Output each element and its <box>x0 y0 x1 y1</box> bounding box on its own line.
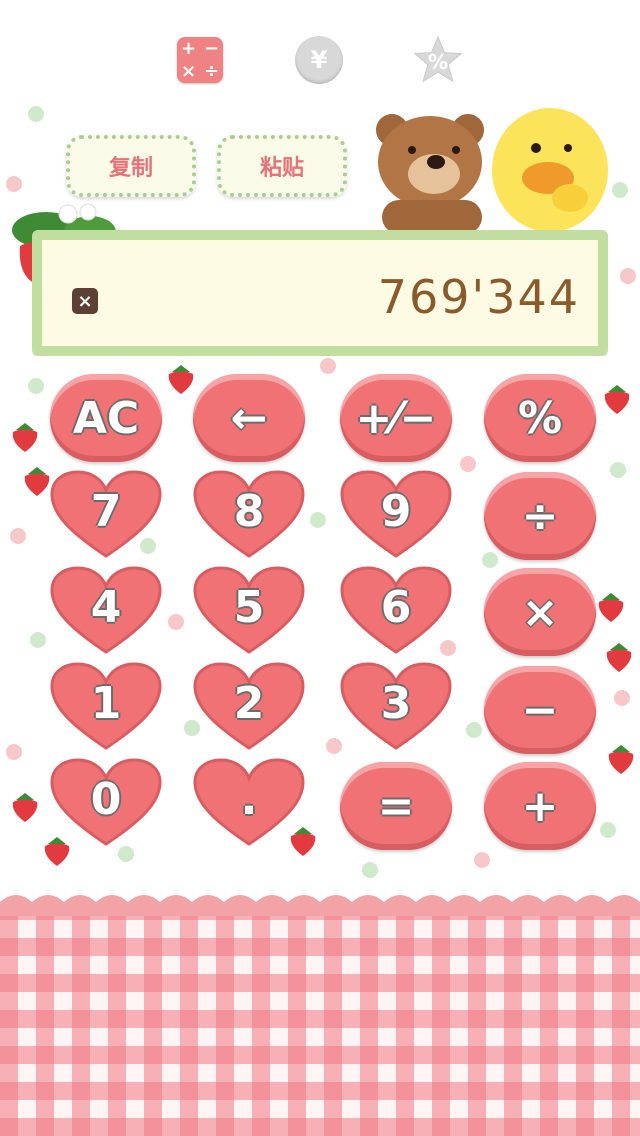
decor-dot <box>474 852 490 868</box>
strawberry-icon <box>604 385 630 414</box>
yen-icon: ¥ <box>295 36 343 84</box>
strawberry-icon <box>12 423 38 452</box>
key-label: AC <box>72 392 140 444</box>
key-label: 3 <box>380 677 412 729</box>
decor-dot <box>30 632 46 648</box>
key-label: 2 <box>233 677 265 729</box>
tab-calculator[interactable]: + − × ÷ <box>174 34 226 86</box>
strawberry-icon <box>606 643 632 672</box>
key-5[interactable]: 5 <box>193 566 305 654</box>
strawberry-icon <box>290 827 316 856</box>
key-label: ÷ <box>521 490 559 542</box>
decor-dot <box>28 106 44 122</box>
strawberry-icon <box>608 745 634 774</box>
key-label: % <box>517 392 563 444</box>
key-7[interactable]: 7 <box>50 470 162 558</box>
key-6[interactable]: 6 <box>340 566 452 654</box>
decor-dot <box>362 862 378 878</box>
key-label: − <box>521 684 559 736</box>
decor-dot <box>460 456 476 472</box>
gingham-pattern <box>0 910 640 1136</box>
key-1[interactable]: 1 <box>50 662 162 750</box>
display-value: 769'344 <box>377 270 580 324</box>
key-label: . <box>240 773 258 825</box>
key-label: 6 <box>380 581 412 633</box>
key-4[interactable]: 4 <box>50 566 162 654</box>
calculator-icon: + − × ÷ <box>177 37 223 83</box>
key-label: 1 <box>90 677 122 729</box>
strawberry-icon <box>44 837 70 866</box>
key-label: × <box>521 586 559 638</box>
key-3[interactable]: 3 <box>340 662 452 750</box>
tab-currency[interactable]: ¥ <box>293 34 345 86</box>
key-equals[interactable]: = <box>340 762 452 850</box>
key-8[interactable]: 8 <box>193 470 305 558</box>
decor-dot <box>466 722 482 738</box>
key-label: 5 <box>233 581 265 633</box>
decor-dot <box>6 744 22 760</box>
strawberry-icon <box>24 467 50 496</box>
key-divide[interactable]: ÷ <box>484 472 596 560</box>
key-label: = <box>377 780 415 832</box>
key-label: 8 <box>233 485 265 537</box>
decor-dot <box>612 182 628 198</box>
key-percent[interactable]: % <box>484 374 596 462</box>
decor-dot <box>28 378 44 394</box>
decor-dot <box>310 512 326 528</box>
decor-dot <box>168 614 184 630</box>
key-backspace[interactable]: ← <box>193 374 305 462</box>
tab-percent-label: % <box>427 50 449 74</box>
decor-dot <box>620 268 636 284</box>
key-all-clear[interactable]: AC <box>50 374 162 462</box>
decor-dot <box>610 462 626 478</box>
key-9[interactable]: 9 <box>340 470 452 558</box>
mascot-illustration <box>376 108 608 234</box>
decor-dot <box>600 822 616 838</box>
key-multiply[interactable]: × <box>484 568 596 656</box>
key-label: + <box>521 780 559 832</box>
strawberry-icon <box>168 365 194 394</box>
key-label: +⁄− <box>355 392 437 444</box>
paste-button[interactable]: 粘贴 <box>217 135 347 197</box>
decor-dot <box>118 846 134 862</box>
scallop-border <box>0 895 640 916</box>
tab-percent[interactable]: % <box>412 34 464 86</box>
key-2[interactable]: 2 <box>193 662 305 750</box>
key-minus[interactable]: − <box>484 666 596 754</box>
decor-dot <box>10 528 26 544</box>
key-toggle-sign[interactable]: +⁄− <box>340 374 452 462</box>
key-label: 0 <box>90 773 122 825</box>
clear-display-button[interactable]: × <box>72 288 98 314</box>
key-label: 9 <box>380 485 412 537</box>
decor-dot <box>482 552 498 568</box>
key-label: 4 <box>90 581 122 633</box>
decor-dot <box>614 690 630 706</box>
strawberry-icon <box>12 793 38 822</box>
decor-dot <box>320 358 336 374</box>
key-0[interactable]: 0 <box>50 758 162 846</box>
strawberry-icon <box>598 593 624 622</box>
key-plus[interactable]: + <box>484 762 596 850</box>
key-label: 7 <box>90 485 122 537</box>
result-display: × 769'344 <box>32 230 608 356</box>
key-label: ← <box>230 392 268 444</box>
decor-dot <box>6 176 22 192</box>
copy-button[interactable]: 复制 <box>66 135 196 197</box>
